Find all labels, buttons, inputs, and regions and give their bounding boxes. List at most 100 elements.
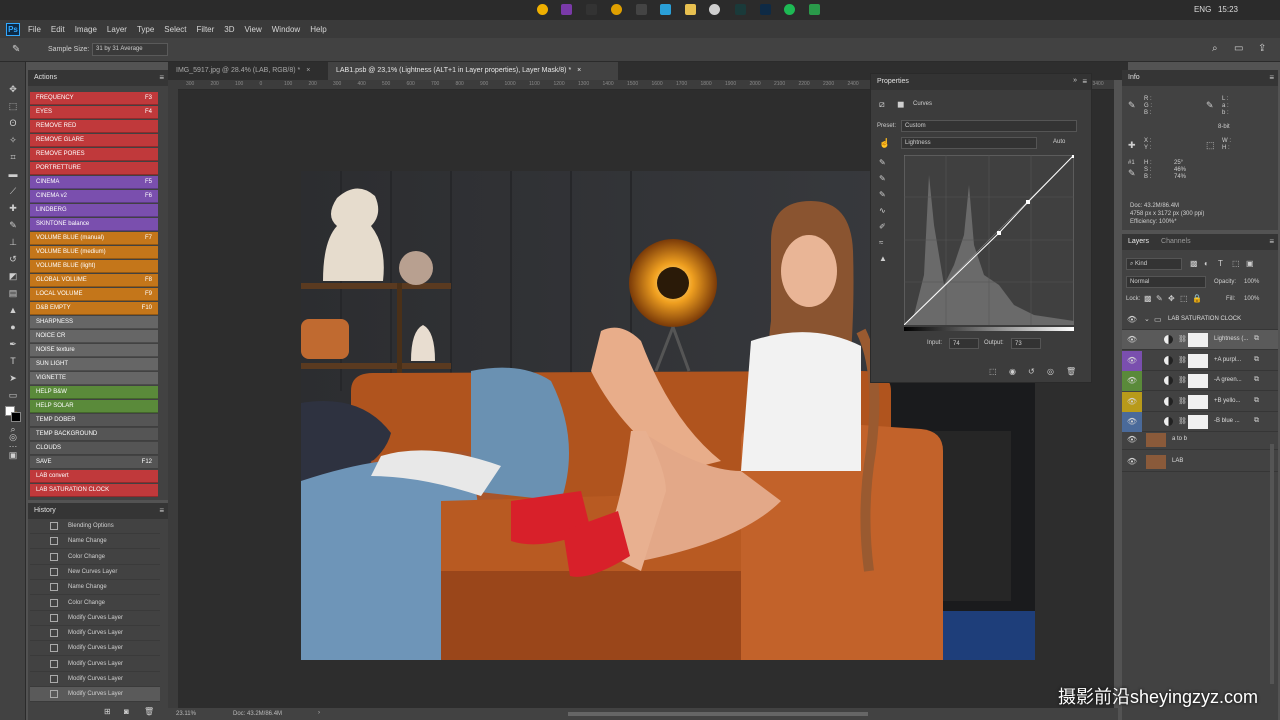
visibility-eye-icon[interactable]: 👁 bbox=[1122, 310, 1142, 330]
link-icon[interactable]: ⛓ bbox=[1178, 376, 1187, 384]
close-icon[interactable]: × bbox=[306, 67, 310, 74]
brush-tool-icon[interactable]: ✎ bbox=[7, 220, 19, 231]
action-item[interactable]: TEMP BACKGROUND bbox=[30, 428, 158, 441]
history-state[interactable]: Modify Curves Layer bbox=[30, 611, 160, 626]
search-icon[interactable]: ⌕ bbox=[1212, 43, 1218, 54]
visibility-eye-icon[interactable]: 👁 bbox=[1122, 391, 1142, 412]
menu-help[interactable]: Help bbox=[310, 25, 326, 34]
lock-artboard-icon[interactable]: ⬚ bbox=[1180, 294, 1188, 303]
smooth-icon[interactable]: ≈ bbox=[879, 238, 883, 247]
history-state[interactable]: Color Change bbox=[30, 596, 160, 611]
menu-layer[interactable]: Layer bbox=[107, 25, 127, 34]
spotify-icon[interactable] bbox=[784, 4, 795, 15]
history-brush-tool-icon[interactable]: ↺ bbox=[7, 254, 19, 265]
visibility-eye-icon[interactable]: 👁 bbox=[1122, 350, 1142, 371]
trash-icon[interactable]: 🗑 bbox=[1066, 367, 1076, 376]
layer-mask-thumbnail[interactable] bbox=[1188, 394, 1208, 409]
panel-menu-icon[interactable]: ≡ bbox=[1082, 77, 1087, 86]
history-state[interactable]: New Curves Layer bbox=[30, 565, 160, 580]
photoshop-icon[interactable] bbox=[760, 4, 771, 15]
shape-tool-icon[interactable]: ▭ bbox=[7, 390, 19, 401]
curves-graph[interactable] bbox=[904, 155, 1074, 325]
action-item[interactable]: GLOBAL VOLUME F8 bbox=[30, 274, 158, 287]
curve-edit-icon[interactable]: ∿ bbox=[879, 206, 886, 215]
type-tool-icon[interactable]: T bbox=[7, 356, 19, 367]
pen-tool-icon[interactable]: ✒ bbox=[7, 339, 19, 350]
action-item[interactable]: LOCAL VOLUME F9 bbox=[30, 288, 158, 301]
eyedropper-tool-icon[interactable]: ✎ bbox=[12, 44, 20, 55]
opacity-value[interactable]: 100% bbox=[1244, 279, 1259, 285]
action-item[interactable]: HELP SOLAR bbox=[30, 400, 158, 413]
layer-name[interactable]: -A green... bbox=[1214, 377, 1242, 383]
sample-black-point-icon[interactable]: ✎ bbox=[879, 158, 886, 167]
app-icon[interactable] bbox=[586, 4, 597, 15]
action-item[interactable]: LAB convert bbox=[30, 470, 158, 483]
layer-name[interactable]: a to b bbox=[1172, 436, 1187, 442]
channel-select[interactable]: Lightness bbox=[901, 137, 1037, 149]
move-tool-icon[interactable]: ✥ bbox=[7, 84, 19, 95]
app-icon[interactable] bbox=[636, 4, 647, 15]
menu-select[interactable]: Select bbox=[164, 25, 186, 34]
visibility-eye-icon[interactable]: 👁 bbox=[1122, 452, 1142, 472]
auto-button[interactable]: Auto bbox=[1047, 137, 1077, 149]
adjustment-layer-row[interactable]: 👁 ⛓ Lightness (... ⧉ bbox=[1122, 330, 1278, 350]
panel-menu-icon[interactable]: ≡ bbox=[159, 506, 164, 515]
blend-mode-select[interactable]: Normal bbox=[1126, 276, 1206, 288]
app-icon[interactable] bbox=[611, 4, 622, 15]
layers-tab[interactable]: Layers bbox=[1122, 234, 1155, 250]
action-item[interactable]: CLOUDS bbox=[30, 442, 158, 455]
path-select-tool-icon[interactable]: ➤ bbox=[7, 373, 19, 384]
blending-options-icon[interactable]: ⧉ bbox=[1254, 376, 1259, 384]
panel-menu-icon[interactable]: ≡ bbox=[1269, 237, 1274, 246]
blending-options-icon[interactable]: ⧉ bbox=[1254, 397, 1259, 405]
lock-position-icon[interactable]: ✥ bbox=[1168, 294, 1175, 303]
preset-select[interactable]: Custom bbox=[901, 120, 1077, 132]
action-item[interactable]: EYES F4 bbox=[30, 106, 158, 119]
action-item[interactable]: VIGNETTE bbox=[30, 372, 158, 385]
link-icon[interactable]: ⛓ bbox=[1178, 397, 1187, 405]
history-state[interactable]: Modify Curves Layer bbox=[30, 657, 160, 672]
shape-filter-icon[interactable]: ⬚ bbox=[1232, 259, 1240, 268]
menu-view[interactable]: View bbox=[245, 25, 262, 34]
history-state[interactable]: Modify Curves Layer bbox=[30, 641, 160, 657]
action-item[interactable]: PORTRETTURE bbox=[30, 162, 158, 175]
input-field[interactable]: 74 bbox=[949, 338, 979, 349]
trash-icon[interactable]: 🗑 bbox=[144, 707, 154, 716]
mask-icon[interactable]: ◼ bbox=[897, 99, 904, 110]
history-state[interactable]: Blending Options bbox=[30, 519, 160, 534]
history-tab[interactable]: History bbox=[28, 503, 168, 519]
properties-tab[interactable]: Properties bbox=[871, 74, 1091, 90]
lasso-tool-icon[interactable]: ʘ bbox=[7, 118, 19, 129]
visibility-icon[interactable]: ◎ bbox=[1047, 367, 1054, 376]
menu-image[interactable]: Image bbox=[75, 25, 97, 34]
blur-tool-icon[interactable]: ▲ bbox=[7, 305, 19, 316]
visibility-eye-icon[interactable]: 👁 bbox=[1122, 412, 1142, 432]
new-document-from-state-icon[interactable]: ⊞ bbox=[104, 707, 111, 716]
lock-all-icon[interactable]: 🔒 bbox=[1192, 294, 1202, 303]
panel-menu-icon[interactable]: ≡ bbox=[1269, 73, 1274, 82]
chrome-icon[interactable] bbox=[709, 4, 720, 15]
lock-pixels-icon[interactable]: ▩ bbox=[1144, 294, 1152, 303]
layer-name[interactable]: Lightness (... bbox=[1214, 336, 1248, 342]
collapse-icon[interactable]: » bbox=[1073, 77, 1077, 84]
action-item[interactable]: CINEMA v2 F6 bbox=[30, 190, 158, 203]
action-item[interactable]: LAB SATURATION CLOCK bbox=[30, 484, 158, 497]
onenote-icon[interactable] bbox=[561, 4, 572, 15]
folder-icon[interactable] bbox=[685, 4, 696, 15]
share-icon[interactable]: ⇪ bbox=[1258, 43, 1266, 54]
type-filter-icon[interactable]: T bbox=[1218, 259, 1223, 268]
menu-3d[interactable]: 3D bbox=[224, 25, 234, 34]
fill-value[interactable]: 100% bbox=[1244, 296, 1259, 302]
action-item[interactable]: SAVE F12 bbox=[30, 456, 158, 469]
layer-name[interactable]: +B yello... bbox=[1214, 398, 1241, 404]
action-item[interactable]: SKINTONE balance bbox=[30, 218, 158, 231]
action-item[interactable]: SHARPNESS bbox=[30, 316, 158, 329]
healing-tool-icon[interactable]: ✚ bbox=[7, 203, 19, 214]
adjustment-layer-row[interactable]: 👁 ⛓ -A green... ⧉ bbox=[1122, 371, 1278, 391]
layer-row[interactable]: 👁 LAB bbox=[1122, 452, 1278, 472]
doc-tab-img5917[interactable]: IMG_5917.jpg @ 28.4% (LAB, RGB/8) * × bbox=[168, 62, 328, 80]
snapshot-camera-icon[interactable]: ◙ bbox=[124, 707, 129, 716]
menu-file[interactable]: File bbox=[28, 25, 41, 34]
actions-tab[interactable]: Actions bbox=[28, 70, 168, 86]
sample-white-point-icon[interactable]: ✎ bbox=[879, 190, 886, 199]
